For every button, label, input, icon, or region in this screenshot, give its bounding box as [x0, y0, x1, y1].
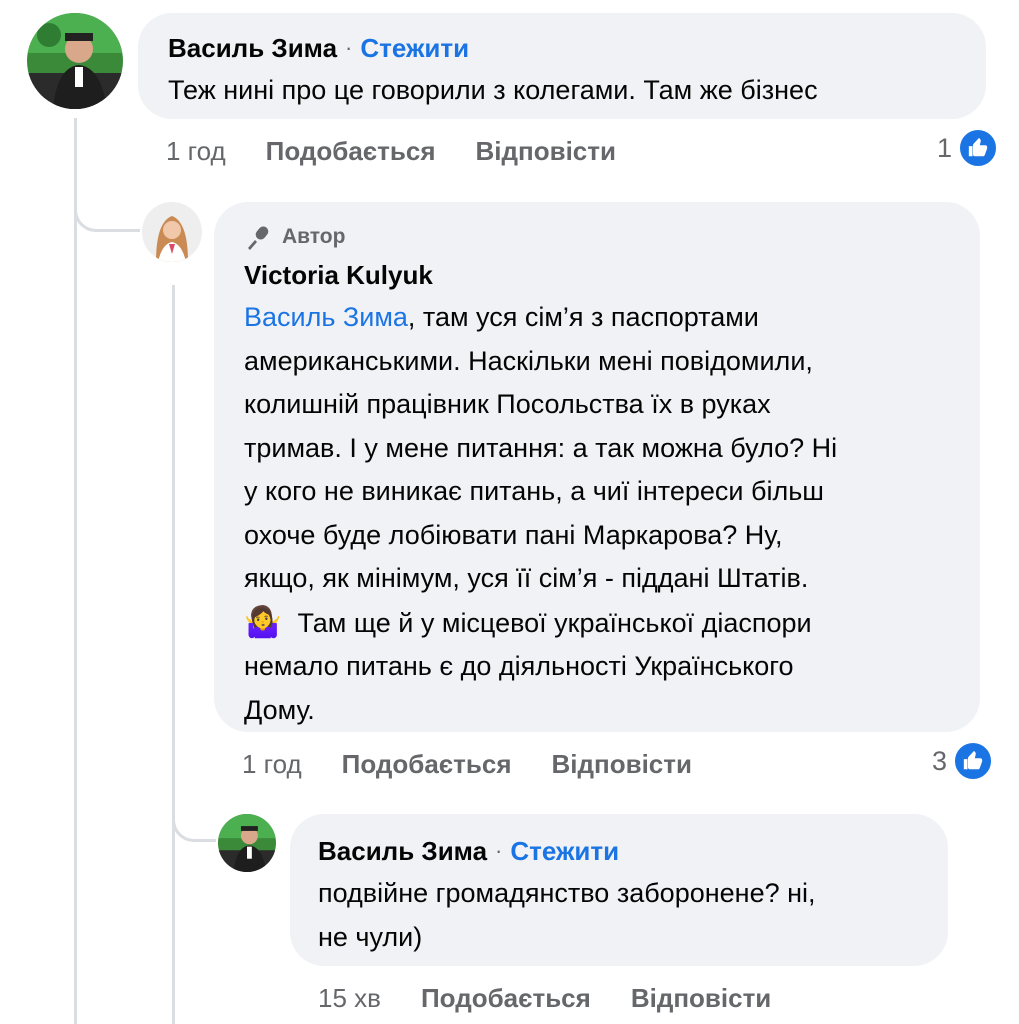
comment-author[interactable]: Василь Зима — [168, 33, 337, 64]
separator-dot: · — [345, 35, 353, 60]
reply-text: Василь Зима, там уся сім’я з паспортами … — [244, 296, 950, 732]
reply-bubble: Василь Зима · Стежити подвійне громадянс… — [290, 814, 948, 966]
reply-time[interactable]: 1 год — [242, 749, 302, 780]
reply-line: немало питань є до діяльності Українсько… — [244, 651, 794, 681]
author-badge-label: Автор — [282, 225, 346, 248]
thread-line-reply1 — [172, 285, 175, 1024]
thread-curve-reply1 — [74, 180, 140, 232]
comment-bubble: Василь Зима · Стежити Теж нині про це го… — [138, 13, 986, 119]
reply-line: Василь Зима, там уся сім’я з паспортами — [244, 302, 759, 332]
reply-line: американськими. Наскільки мені повідомил… — [244, 345, 813, 376]
reply-text: подвійне громадянство заборонене? ні, не… — [318, 872, 920, 959]
like-button[interactable]: Подобається — [342, 749, 512, 780]
microphone-icon — [248, 226, 269, 250]
mention-link[interactable]: Василь Зима — [244, 302, 408, 332]
thread-curve-reply2 — [172, 790, 216, 842]
reply-line: якщо, як мінімум, уся її сім’я - піддані… — [244, 563, 809, 593]
avatar[interactable] — [218, 814, 276, 872]
author-badge: Автор — [244, 222, 950, 252]
reply-author[interactable]: Victoria Kulyuk — [244, 260, 950, 296]
reply-line: Дому. — [244, 694, 315, 725]
reply-button[interactable]: Відповісти — [476, 136, 616, 167]
comment-text: Теж нині про це говорили з колегами. Там… — [168, 75, 818, 105]
reaction-summary[interactable]: 3 — [932, 741, 994, 781]
like-icon — [958, 128, 999, 168]
reply-button[interactable]: Відповісти — [631, 983, 771, 1014]
avatar-photo-victoria — [142, 202, 202, 262]
comment-time[interactable]: 1 год — [166, 136, 226, 167]
reply-line: охоче буде лобіювати пані Маркарова? Ну, — [244, 519, 783, 550]
thread-line-main — [74, 118, 77, 1024]
reply-actions: 1 год Подобається Відповісти — [242, 746, 732, 782]
avatar-photo-vasyl — [218, 814, 276, 872]
like-button[interactable]: Подобається — [266, 136, 436, 167]
follow-button[interactable]: Стежити — [510, 836, 619, 867]
reply-actions: 15 хв Подобається Відповісти — [318, 980, 811, 1016]
reply-author[interactable]: Василь Зима — [318, 836, 487, 867]
reply-button[interactable]: Відповісти — [552, 749, 692, 780]
reply-line: у кого не виникає питань, а чиї інтереси… — [244, 476, 824, 506]
follow-button[interactable]: Стежити — [360, 33, 469, 64]
reply-line: тримав. І у мене питання: а так можна бу… — [244, 432, 838, 463]
like-button[interactable]: Подобається — [421, 983, 591, 1014]
like-icon — [953, 741, 994, 781]
avatar-photo-vasyl — [27, 13, 123, 109]
reply-line: 🤷‍♀️ Там ще й у місцевої української діа… — [244, 601, 950, 646]
avatar[interactable] — [142, 202, 202, 262]
reaction-count: 3 — [932, 745, 948, 776]
reaction-count: 1 — [937, 132, 953, 163]
reply-line: подвійне громадянство заборонене? ні, — [318, 878, 816, 908]
reaction-summary[interactable]: 1 — [937, 128, 999, 168]
reply-bubble-author: Автор Victoria Kulyuk Василь Зима, там у… — [214, 202, 980, 732]
reply-line: не чули) — [318, 921, 423, 952]
avatar[interactable] — [27, 13, 123, 109]
shrug-emoji: 🤷‍♀️ — [244, 605, 282, 639]
reply-time[interactable]: 15 хв — [318, 983, 381, 1014]
comment-actions: 1 год Подобається Відповісти — [166, 133, 656, 169]
separator-dot: · — [495, 838, 503, 863]
reply-line: колишній працівник Посольства їх в руках — [244, 389, 771, 419]
